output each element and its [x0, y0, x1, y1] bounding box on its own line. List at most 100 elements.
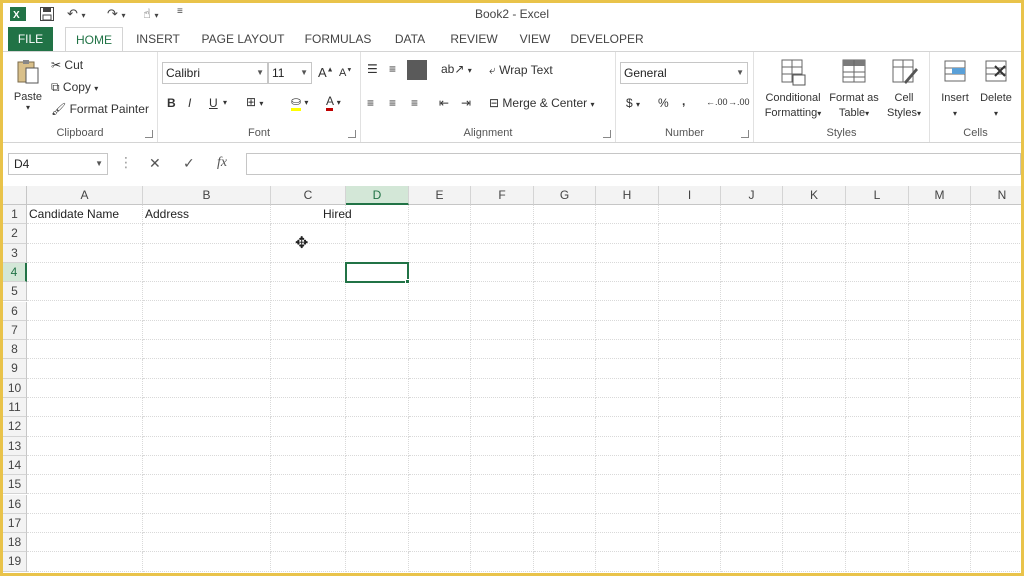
cell-l4[interactable] — [846, 262, 909, 283]
cell-j17[interactable] — [721, 513, 783, 534]
cell-n17[interactable] — [971, 514, 1021, 534]
row-header-11[interactable]: 11 — [3, 398, 27, 418]
cell-d5[interactable] — [346, 282, 409, 302]
cell-i16[interactable] — [659, 494, 721, 514]
column-header-i[interactable]: I — [659, 186, 721, 205]
cell-styles-button[interactable]: Cell Styles▾ — [882, 58, 926, 121]
cell-a10[interactable] — [27, 378, 143, 398]
cell-e12[interactable] — [409, 417, 471, 437]
tab-data[interactable]: DATA — [388, 27, 432, 52]
chevron-down-icon[interactable]: ▾ — [223, 98, 227, 107]
cell-g17[interactable] — [534, 513, 596, 534]
cell-g9[interactable] — [534, 359, 596, 379]
align-right-icon[interactable]: ≡ — [411, 96, 418, 110]
cell-g16[interactable] — [534, 494, 596, 514]
cell-b2[interactable] — [143, 224, 271, 244]
cell-e4[interactable] — [409, 262, 471, 283]
cell-l14[interactable] — [846, 455, 909, 476]
cell-c14[interactable] — [271, 455, 346, 476]
cell-l17[interactable] — [846, 513, 909, 534]
cell-c8[interactable] — [271, 340, 346, 360]
cell-e17[interactable] — [409, 513, 471, 534]
cell-l15[interactable] — [846, 475, 909, 495]
tab-home[interactable]: HOME — [65, 27, 123, 53]
cell-d12[interactable] — [346, 417, 409, 437]
cell-a16[interactable] — [27, 494, 143, 514]
cell-m10[interactable] — [909, 378, 971, 398]
cell-i12[interactable] — [659, 417, 721, 437]
row-header-15[interactable]: 15 — [3, 475, 27, 495]
cell-d9[interactable] — [346, 359, 409, 379]
cell-m8[interactable] — [909, 340, 971, 360]
cell-g19[interactable] — [534, 552, 596, 572]
cell-h19[interactable] — [596, 552, 659, 572]
cell-k10[interactable] — [783, 378, 846, 398]
cell-b11[interactable] — [143, 398, 271, 418]
cell-b13[interactable] — [143, 436, 271, 456]
cell-a14[interactable] — [27, 455, 143, 476]
enter-icon[interactable]: ✓ — [183, 155, 195, 172]
cell-a7[interactable] — [27, 320, 143, 341]
insert-function-icon[interactable]: fx — [217, 155, 227, 171]
cell-n16[interactable] — [971, 495, 1021, 514]
decrease-font-icon[interactable]: A▼ — [339, 67, 352, 79]
cell-n1[interactable] — [971, 205, 1021, 225]
row-header-8[interactable]: 8 — [3, 340, 27, 360]
cell-g3[interactable] — [534, 243, 596, 263]
cell-f10[interactable] — [471, 378, 534, 398]
cell-n18[interactable] — [971, 533, 1021, 553]
cell-b10[interactable] — [143, 378, 271, 398]
cell-j16[interactable] — [721, 494, 783, 514]
cell-g4[interactable] — [534, 262, 596, 283]
tab-review[interactable]: REVIEW — [446, 27, 502, 52]
decrease-decimal-button[interactable]: →.00 — [728, 97, 750, 107]
cell-j5[interactable] — [721, 282, 783, 302]
cell-n3[interactable] — [971, 244, 1021, 263]
cell-h10[interactable] — [596, 378, 659, 398]
cell-d10[interactable] — [346, 378, 409, 398]
cell-c16[interactable] — [271, 494, 346, 514]
conditional-formatting-button[interactable]: Conditional Formatting▾ — [760, 58, 826, 121]
percent-button[interactable]: % — [658, 96, 669, 110]
cell-h17[interactable] — [596, 513, 659, 534]
cell-k18[interactable] — [783, 533, 846, 553]
cell-a18[interactable] — [27, 533, 143, 553]
cell-m19[interactable] — [909, 552, 971, 572]
cell-k9[interactable] — [783, 359, 846, 379]
cell-i19[interactable] — [659, 552, 721, 572]
cell-i8[interactable] — [659, 340, 721, 360]
row-header-10[interactable]: 10 — [3, 378, 27, 398]
cell-g13[interactable] — [534, 436, 596, 456]
cell-d13[interactable] — [346, 436, 409, 456]
column-header-e[interactable]: E — [409, 186, 471, 205]
cell-f8[interactable] — [471, 340, 534, 360]
cell-e13[interactable] — [409, 436, 471, 456]
cell-f1[interactable] — [471, 205, 534, 225]
cell-a5[interactable] — [27, 282, 143, 302]
tab-formulas[interactable]: FORMULAS — [301, 27, 375, 52]
tab-insert[interactable]: INSERT — [131, 27, 185, 52]
cell-k1[interactable] — [783, 205, 846, 225]
cell-n4[interactable] — [971, 263, 1021, 283]
bottom-align-icon[interactable] — [407, 60, 427, 80]
delete-button[interactable]: Delete ▾ — [976, 58, 1016, 121]
cell-l7[interactable] — [846, 320, 909, 341]
underline-button[interactable]: U — [209, 96, 218, 110]
cell-f9[interactable] — [471, 359, 534, 379]
fill-color-icon[interactable]: ⛀ ▾ — [291, 94, 308, 111]
row-header-14[interactable]: 14 — [3, 455, 27, 476]
cell-d18[interactable] — [346, 533, 409, 553]
cell-k17[interactable] — [783, 513, 846, 534]
cell-m4[interactable] — [909, 262, 971, 283]
cell-k6[interactable] — [783, 301, 846, 321]
active-cell[interactable] — [345, 261, 409, 284]
dialog-launcher-icon[interactable] — [348, 130, 356, 138]
cell-i18[interactable] — [659, 533, 721, 553]
cell-d16[interactable] — [346, 494, 409, 514]
cell-c1[interactable]: Hired — [271, 205, 352, 225]
cell-g10[interactable] — [534, 378, 596, 398]
cell-h18[interactable] — [596, 533, 659, 553]
cell-f16[interactable] — [471, 494, 534, 514]
cell-m1[interactable] — [909, 205, 971, 225]
cell-l8[interactable] — [846, 340, 909, 360]
